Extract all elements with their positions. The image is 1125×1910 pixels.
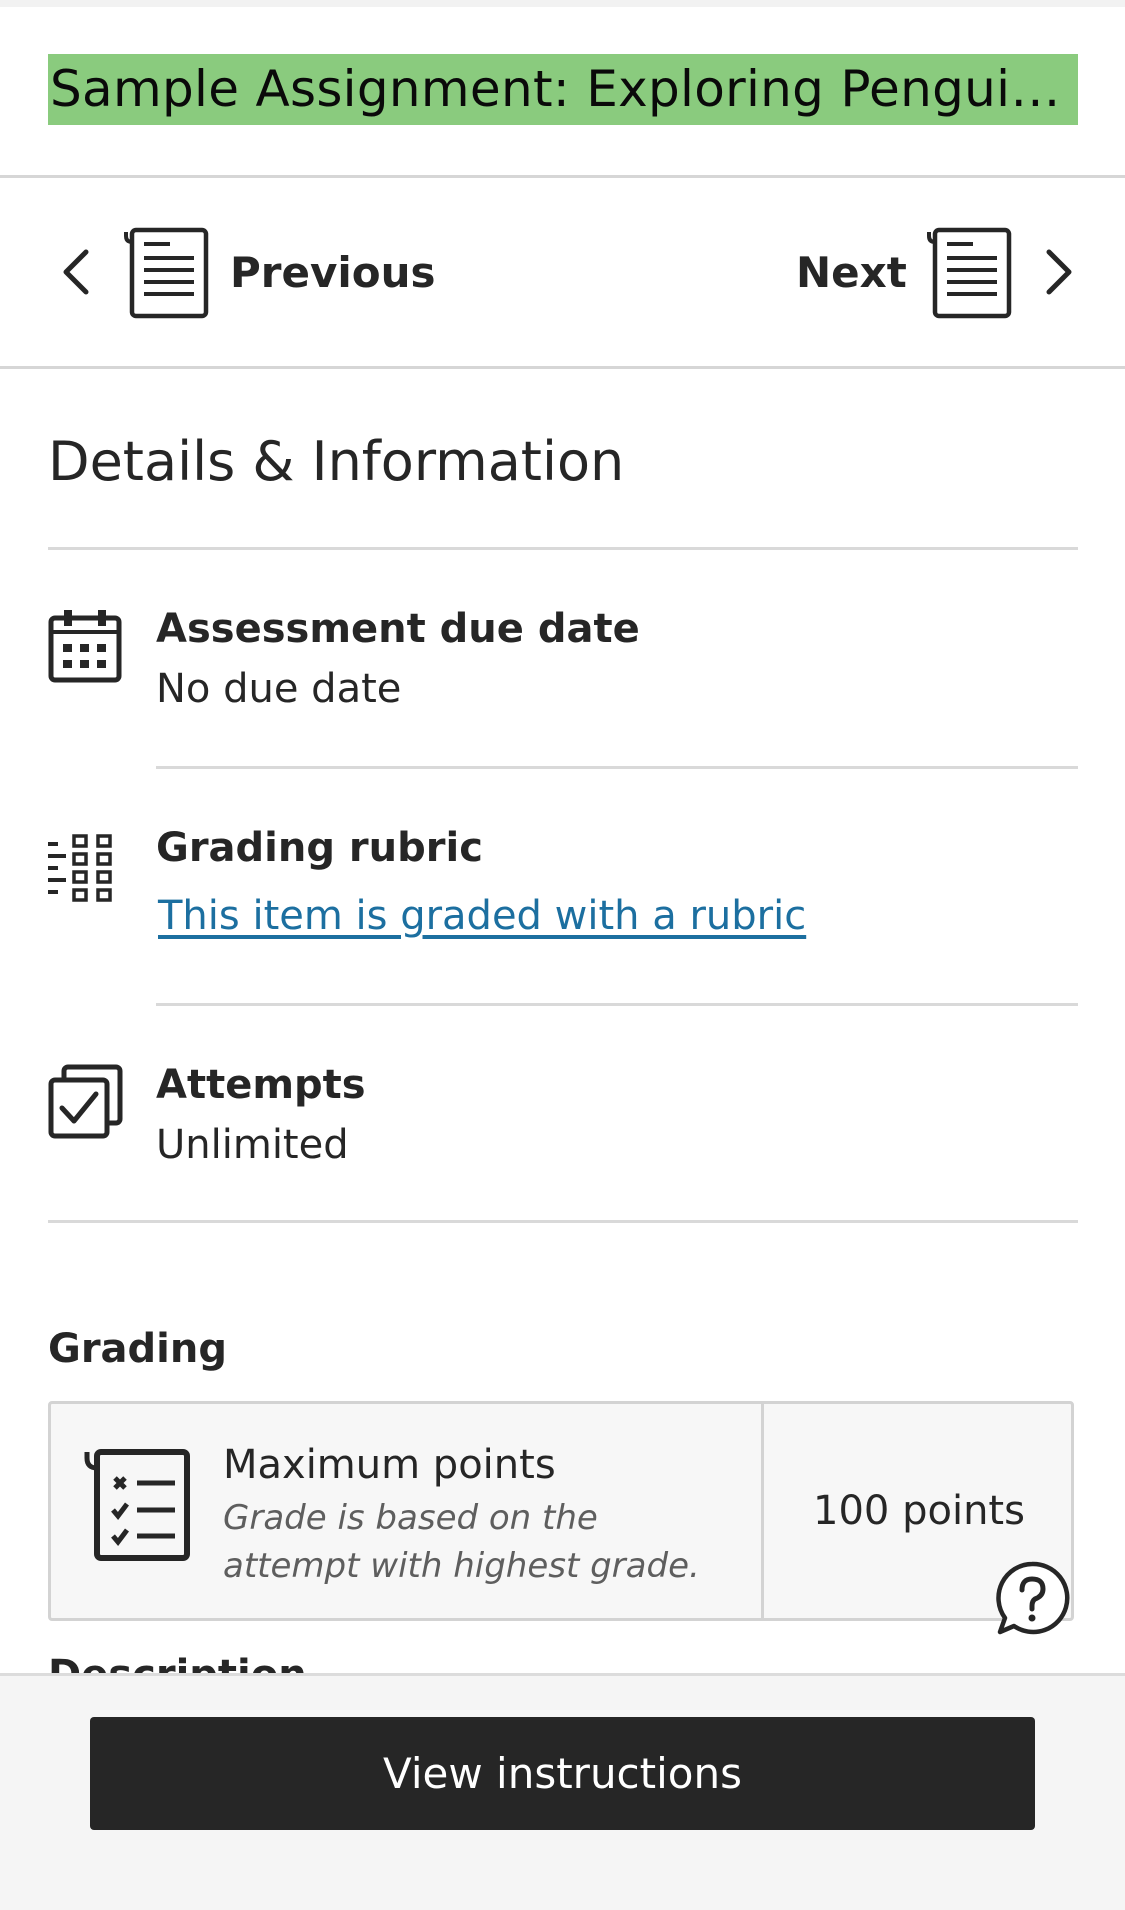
view-instructions-button[interactable]: View instructions xyxy=(90,1717,1035,1830)
section-divider xyxy=(48,1220,1078,1223)
rubric-icon xyxy=(48,834,112,902)
top-strip xyxy=(0,0,1125,7)
document-icon xyxy=(124,227,209,319)
rubric-label: Grading rubric xyxy=(156,825,483,871)
nav-divider xyxy=(0,366,1125,369)
due-date-label: Assessment due date xyxy=(156,606,640,652)
page-title-highlight: Sample Assignment: Exploring Penguins in… xyxy=(48,54,1078,125)
item-divider xyxy=(156,1003,1078,1006)
previous-button[interactable]: Previous xyxy=(56,222,436,322)
header-divider xyxy=(0,175,1125,178)
attempts-label: Attempts xyxy=(156,1062,366,1108)
grading-card: Maximum points Grade is based on the att… xyxy=(48,1401,1074,1621)
section-title: Details & Information xyxy=(48,430,625,493)
chevron-right-icon xyxy=(1046,249,1072,295)
max-points-label: Maximum points xyxy=(223,1442,556,1488)
help-icon[interactable] xyxy=(994,1560,1070,1636)
attempts-icon xyxy=(48,1064,123,1139)
item-divider xyxy=(156,766,1078,769)
grade-note: Grade is based on the attempt with highe… xyxy=(223,1498,700,1586)
due-date-value: No due date xyxy=(156,666,402,712)
previous-label: Previous xyxy=(230,247,436,297)
next-button[interactable]: Next xyxy=(796,222,1079,322)
rubric-link[interactable]: This item is graded with a rubric xyxy=(158,893,806,939)
page-title: Sample Assignment: Exploring Penguins in… xyxy=(50,60,1078,118)
grading-title: Grading xyxy=(48,1326,228,1372)
section-divider xyxy=(48,547,1078,550)
calendar-icon xyxy=(48,610,122,683)
chevron-left-icon xyxy=(63,249,89,295)
attempts-value: Unlimited xyxy=(156,1122,349,1168)
description-heading-partial: Description xyxy=(48,1652,307,1674)
next-label: Next xyxy=(796,247,907,297)
checklist-icon xyxy=(84,1449,190,1561)
document-icon xyxy=(926,227,1012,319)
